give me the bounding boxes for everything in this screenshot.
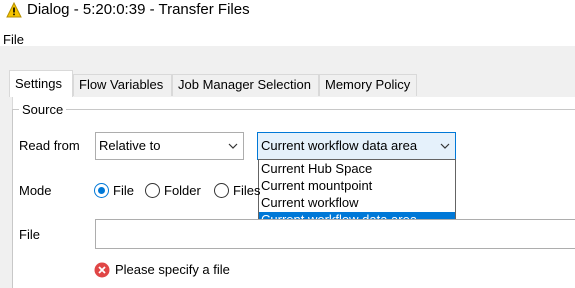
tab-label: Memory Policy — [325, 77, 411, 92]
mode-radio-label: Folder — [164, 183, 201, 198]
option-current-hub-space[interactable]: Current Hub Space — [259, 161, 455, 178]
tab-settings[interactable]: Settings — [9, 70, 73, 97]
tab-job-manager-selection[interactable]: Job Manager Selection — [172, 74, 319, 96]
radio-circle — [145, 183, 160, 198]
tab-label: Job Manager Selection — [178, 77, 311, 92]
mode-label: Mode — [19, 183, 52, 198]
read-from-location-select[interactable]: Current workflow data area — [257, 132, 456, 160]
mode-radio-label: File — [113, 183, 134, 198]
read-from-label: Read from — [19, 138, 80, 153]
tab-memory-policy[interactable]: Memory Policy — [319, 74, 417, 96]
option-current-workflow[interactable]: Current workflow — [259, 195, 455, 212]
error-message: Please specify a file — [115, 262, 230, 277]
tab-strip: Settings Flow Variables Job Manager Sele… — [0, 46, 575, 98]
chevron-down-icon — [440, 143, 450, 149]
file-label: File — [19, 227, 40, 242]
radio-circle — [94, 183, 109, 198]
error-x-icon — [94, 262, 110, 278]
tab-label: Settings — [15, 76, 62, 91]
window-title: Dialog - 5:20:0:39 - Transfer Files — [27, 1, 250, 18]
chevron-down-icon — [228, 143, 238, 149]
mode-radio-label: Files — [233, 183, 261, 198]
title-bar: Dialog - 5:20:0:39 - Transfer Files — [0, 0, 575, 22]
read-from-mode-value: Relative to — [99, 138, 161, 153]
option-current-mountpoint[interactable]: Current mountpoint — [259, 178, 455, 195]
radio-circle — [214, 183, 229, 198]
source-legend: Source — [19, 103, 67, 117]
tab-label: Flow Variables — [79, 77, 164, 92]
read-from-location-value: Current workflow data area — [261, 138, 418, 153]
file-path-input[interactable] — [95, 219, 575, 249]
tab-flow-variables[interactable]: Flow Variables — [73, 74, 172, 96]
warning-triangle-icon — [6, 2, 22, 18]
read-from-mode-select[interactable]: Relative to — [95, 132, 244, 160]
